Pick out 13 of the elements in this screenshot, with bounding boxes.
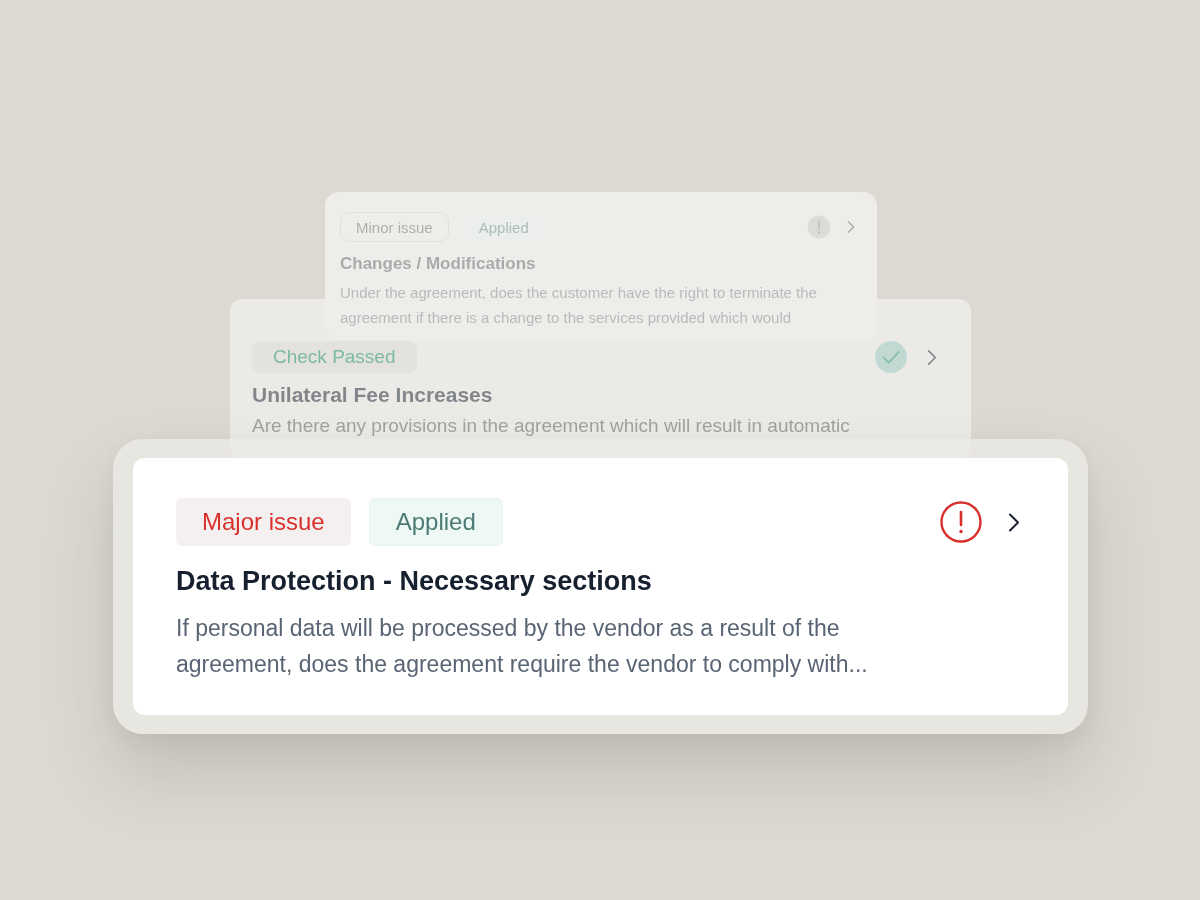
exclamation-circle-icon <box>940 501 982 543</box>
check-circle-icon <box>875 341 907 373</box>
card-title: Data Protection - Necessary sections <box>176 565 653 598</box>
card-title: Unilateral Fee Increases <box>252 383 494 407</box>
severity-badge: Minor issue <box>340 212 449 242</box>
exclamation-circle-icon <box>807 215 831 239</box>
status-badge: Applied <box>368 498 503 546</box>
severity-badge: Major issue <box>176 498 351 546</box>
chevron-right-icon[interactable] <box>1008 511 1020 533</box>
result-badge: Check Passed <box>252 341 417 373</box>
card-title: Changes / Modifications <box>340 253 537 275</box>
card-description: If personal data will be processed by the vendor as a result of the agreement, does the agreement require the vendor to comply with... <box>176 614 869 679</box>
card-description: Are there any provisions in the agreement which will result in automatic <box>252 415 851 437</box>
